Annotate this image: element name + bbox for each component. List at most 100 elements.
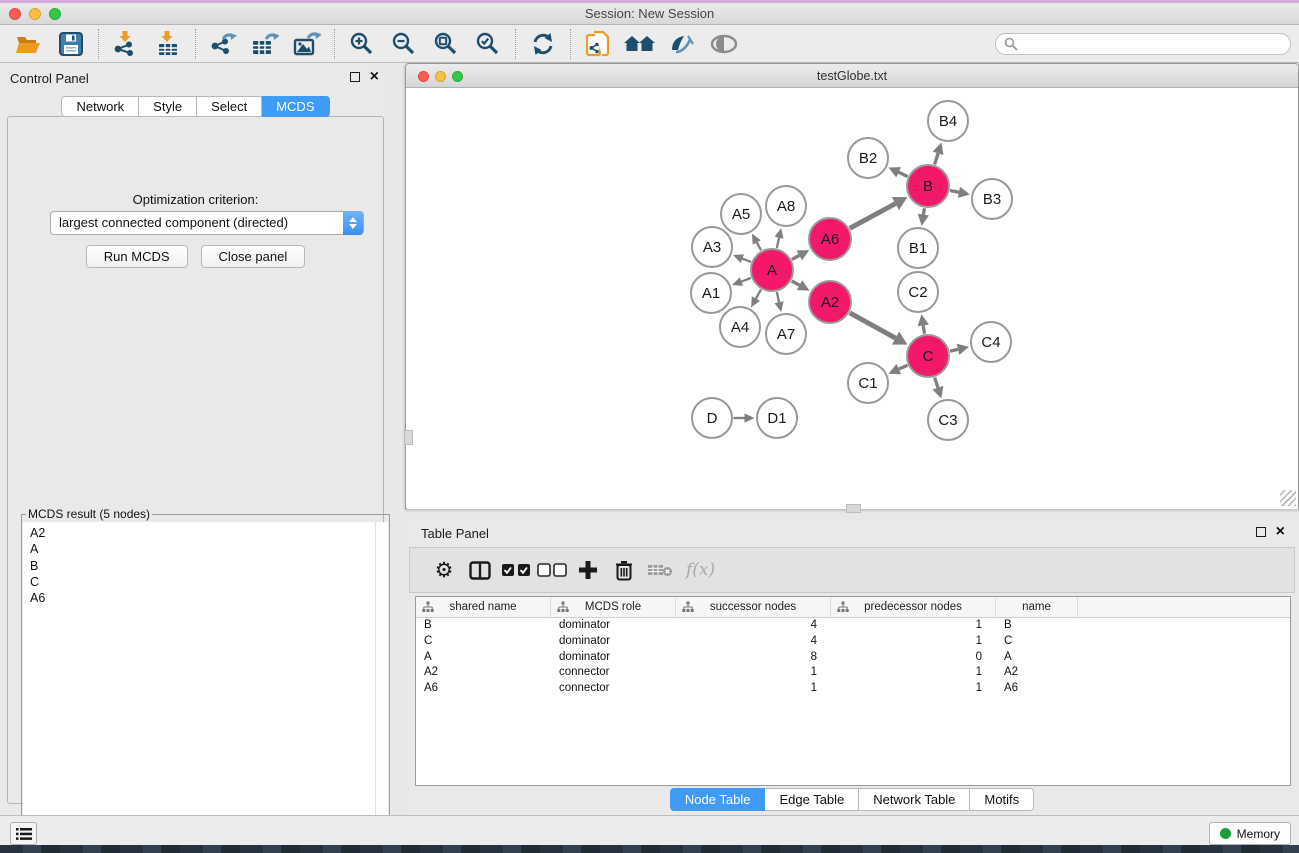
edge-B-B2[interactable] (899, 172, 908, 176)
table-cell[interactable]: 1 (831, 634, 996, 650)
column-header-predecessor-nodes[interactable]: predecessor nodes (831, 597, 996, 617)
table-cell[interactable]: 1 (831, 618, 996, 634)
table-cell[interactable]: dominator (551, 618, 676, 634)
search-input[interactable] (995, 33, 1291, 55)
edge-A6-B[interactable] (850, 204, 896, 229)
table-cell[interactable]: A (416, 650, 551, 666)
table-cell[interactable]: B (996, 618, 1078, 634)
mcds-result-item[interactable]: A2 (30, 525, 388, 541)
table-row[interactable]: A6connector11A6 (416, 681, 1290, 697)
refresh-button[interactable] (522, 28, 564, 60)
function-builder-button[interactable]: f(x) (686, 560, 715, 580)
table-cell[interactable]: 4 (676, 618, 831, 634)
table-cell[interactable]: connector (551, 681, 676, 697)
column-header-successor-nodes[interactable]: successor nodes (676, 597, 831, 617)
horizontal-split-handle[interactable] (846, 504, 861, 513)
column-header-shared-name[interactable]: shared name (416, 597, 551, 617)
import-table-from-file-button[interactable] (147, 28, 189, 60)
tab-style[interactable]: Style (139, 96, 197, 117)
edge-C-C2[interactable] (923, 325, 924, 333)
network-from-file-button[interactable] (577, 28, 619, 60)
table-cell[interactable]: C (996, 634, 1078, 650)
memory-button[interactable]: Memory (1209, 822, 1291, 845)
column-header-name[interactable]: name (996, 597, 1078, 617)
run-mcds-button[interactable]: Run MCDS (86, 245, 188, 268)
edge-A-A2[interactable] (792, 281, 800, 285)
zoom-out-button[interactable] (383, 28, 425, 60)
open-session-button[interactable] (8, 28, 50, 60)
float-panel-icon[interactable] (350, 72, 360, 82)
edge-A-A4[interactable] (756, 290, 761, 299)
column-header-MCDS-role[interactable]: MCDS role (551, 597, 676, 617)
table-cell[interactable]: 1 (831, 681, 996, 697)
resize-grip[interactable] (1280, 490, 1296, 506)
tab-edge-table[interactable]: Edge Table (765, 788, 859, 811)
table-cell[interactable]: B (416, 618, 551, 634)
table-cell[interactable]: connector (551, 665, 676, 681)
delete-table-button[interactable] (642, 553, 678, 587)
tab-network-table[interactable]: Network Table (859, 788, 970, 811)
float-table-panel-icon[interactable] (1256, 527, 1266, 537)
edge-A-A5[interactable] (757, 242, 761, 250)
table-cell[interactable]: A6 (416, 681, 551, 697)
table-cell[interactable]: 1 (831, 665, 996, 681)
tab-network[interactable]: Network (61, 96, 139, 117)
mcds-result-item[interactable]: C (30, 574, 388, 590)
criterion-dropdown[interactable]: largest connected component (directed) (50, 211, 364, 235)
add-column-button[interactable] (570, 553, 606, 587)
tab-select[interactable]: Select (197, 96, 262, 117)
home-button[interactable] (619, 28, 661, 60)
zoom-in-button[interactable] (341, 28, 383, 60)
export-image-button[interactable] (286, 28, 328, 60)
show-graphics-details-button[interactable] (661, 28, 703, 60)
mcds-result-item[interactable]: A (30, 541, 388, 557)
network-canvas[interactable]: B4B2BB3A5A8A6A3B1AA1C2A2A4A7CC4C1C3DD1 (407, 89, 1298, 509)
table-cell[interactable]: A6 (996, 681, 1078, 697)
delete-column-button[interactable] (606, 553, 642, 587)
zoom-fit-button[interactable] (425, 28, 467, 60)
table-row[interactable]: Adominator80A (416, 650, 1290, 666)
table-cell[interactable]: A2 (996, 665, 1078, 681)
zoom-selected-button[interactable] (467, 28, 509, 60)
table-cell[interactable]: dominator (551, 634, 676, 650)
table-cell[interactable]: 1 (676, 665, 831, 681)
edge-C-C1[interactable] (899, 365, 908, 369)
close-panel-button[interactable]: Close panel (201, 245, 306, 268)
edge-B-B4[interactable] (935, 153, 938, 164)
export-table-button[interactable] (244, 28, 286, 60)
edge-B-B1[interactable] (923, 208, 924, 214)
edge-A-A1[interactable] (741, 278, 751, 282)
close-table-panel-icon[interactable]: × (1276, 527, 1285, 537)
tab-mcds[interactable]: MCDS (262, 96, 329, 117)
table-cell[interactable]: 4 (676, 634, 831, 650)
table-cell[interactable]: dominator (551, 650, 676, 666)
table-cell[interactable]: 8 (676, 650, 831, 666)
select-all-columns-button[interactable] (498, 553, 534, 587)
mcds-result-item[interactable]: B (30, 558, 388, 574)
edge-A-A3[interactable] (742, 259, 751, 262)
table-row[interactable]: Cdominator41C (416, 634, 1290, 650)
edge-A-A6[interactable] (792, 255, 799, 259)
mcds-result-item[interactable]: A6 (30, 590, 388, 606)
table-cell[interactable]: A2 (416, 665, 551, 681)
export-network-button[interactable] (202, 28, 244, 60)
tab-node-table[interactable]: Node Table (670, 788, 766, 811)
split-columns-button[interactable] (462, 553, 498, 587)
vertical-split-handle[interactable] (404, 430, 413, 445)
birds-eye-view-button[interactable] (703, 28, 745, 60)
table-cell[interactable]: A (996, 650, 1078, 666)
tab-motifs[interactable]: Motifs (970, 788, 1034, 811)
table-cell[interactable]: 0 (831, 650, 996, 666)
task-history-button[interactable] (10, 822, 37, 845)
table-cell[interactable]: C (416, 634, 551, 650)
close-panel-icon[interactable]: × (370, 72, 379, 82)
edge-A2-C[interactable] (850, 313, 896, 338)
table-row[interactable]: A2connector11A2 (416, 665, 1290, 681)
edge-A-A7[interactable] (777, 292, 779, 302)
edge-A-A8[interactable] (777, 238, 779, 248)
mcds-list-scrollbar[interactable] (375, 522, 388, 851)
save-session-button[interactable] (50, 28, 92, 60)
edge-C-C4[interactable] (950, 349, 958, 351)
deselect-all-columns-button[interactable] (534, 553, 570, 587)
table-cell[interactable]: 1 (676, 681, 831, 697)
